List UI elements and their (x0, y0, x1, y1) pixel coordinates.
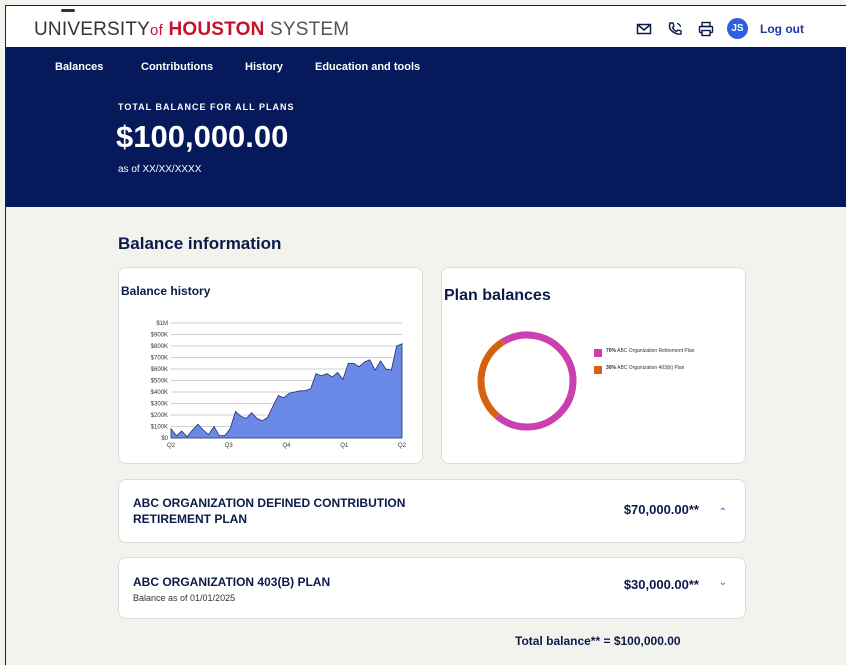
nav-balances[interactable]: Balances (55, 61, 103, 73)
plan-name: ABC ORGANIZATION DEFINED CONTRIBUTION RE… (133, 496, 406, 526)
balance-area-series (170, 343, 403, 439)
total-balance-date: as of XX/XX/XXXX (118, 164, 202, 175)
logout-link[interactable]: Log out (760, 22, 804, 36)
nav-history[interactable]: History (245, 61, 283, 73)
plan-balance-date: Balance as of 01/01/2025 (133, 593, 236, 603)
plan-balances-title: Plan balances (444, 287, 551, 304)
plan-accordion-403b[interactable]: ABC ORGANIZATION 403(B) PLAN Balance as … (118, 557, 746, 619)
university-logo[interactable]: UNIVERSITYof HOUSTON SYSTEM (34, 19, 349, 41)
logo-of: of (150, 22, 163, 39)
y-tick-label: $0 (161, 436, 168, 442)
total-balance-amount: $100,000.00 (116, 119, 289, 154)
mail-icon[interactable] (636, 21, 652, 37)
y-tick-label: $800K (151, 344, 168, 350)
logo-university: UNIVERSITY (34, 19, 151, 40)
y-tick-label: $100K (151, 425, 168, 431)
logo-houston: HOUSTON (168, 19, 265, 40)
nav-education-tools[interactable]: Education and tools (315, 61, 420, 73)
plan-balances-card: Plan balances 70% ABC Organization Retir… (441, 267, 746, 464)
legend-item: 70% ABC Organization Retirement Plan (594, 348, 734, 357)
y-tick-label: $600K (151, 367, 168, 373)
y-tick-label: $900K (151, 333, 168, 339)
x-tick-label: Q3 (225, 443, 234, 449)
x-tick-label: Q1 (340, 443, 349, 449)
section-title: Balance information (118, 234, 282, 253)
plan-name: ABC ORGANIZATION 403(B) PLAN (133, 575, 331, 589)
app-frame: UNIVERSITYof HOUSTON SYSTEM JS Log out B… (5, 5, 846, 665)
y-tick-label: $700K (151, 356, 168, 362)
donut-slice (494, 331, 577, 431)
legend-label: ABC Organization 403(b) Plan (617, 365, 685, 371)
header-actions: JS Log out (636, 18, 804, 39)
legend-swatch (594, 366, 602, 374)
legend-swatch (594, 349, 602, 357)
legend-label: ABC Organization Retirement Plan (617, 348, 695, 354)
balance-history-chart: $0 $100K $200K $300K $400K $500K $600K $700K $80… (151, 321, 407, 449)
y-tick-label: $300K (151, 402, 168, 408)
legend-pct: 70% (606, 348, 617, 354)
plan-amount: $70,000.00** (623, 502, 699, 517)
balance-history-title: Balance history (121, 284, 211, 298)
plan-balances-donut (477, 331, 577, 431)
chevron-down-icon[interactable]: ⌄ (719, 577, 727, 588)
legend-pct: 30% (606, 365, 617, 371)
top-bar: UNIVERSITYof HOUSTON SYSTEM JS Log out (6, 6, 846, 47)
x-tick-label: Q2 (398, 443, 407, 449)
x-tick-label: Q4 (282, 443, 291, 449)
plan-accordion-retirement[interactable]: ABC ORGANIZATION DEFINED CONTRIBUTION RE… (118, 479, 746, 543)
y-tick-label: $200K (151, 413, 168, 419)
nav-contributions[interactable]: Contributions (141, 61, 213, 73)
donut-slice (477, 338, 505, 419)
balance-hero: Balances Contributions History Education… (6, 47, 846, 207)
y-tick-label: $1M (156, 321, 168, 327)
y-tick-label: $400K (151, 390, 168, 396)
phone-icon[interactable] (667, 21, 683, 37)
y-tick-label: $500K (151, 379, 168, 385)
print-icon[interactable] (698, 21, 714, 37)
total-balance-label: TOTAL BALANCE FOR ALL PLANS (118, 102, 295, 112)
total-balance-summary: Total balance** = $100,000.00 (515, 634, 681, 648)
plan-amount: $30,000.00** (623, 577, 699, 592)
chevron-up-icon[interactable]: ⌃ (719, 507, 727, 518)
logo-mark (61, 9, 75, 12)
x-tick-label: Q2 (167, 443, 176, 449)
logo-system: SYSTEM (269, 19, 350, 40)
avatar[interactable]: JS (727, 18, 748, 39)
plan-balances-legend: 70% ABC Organization Retirement Plan 30%… (594, 348, 734, 382)
legend-item: 30% ABC Organization 403(b) Plan (594, 365, 734, 374)
balance-history-card: Balance history $0 $100K $200K $300K $400K $5… (118, 267, 423, 464)
